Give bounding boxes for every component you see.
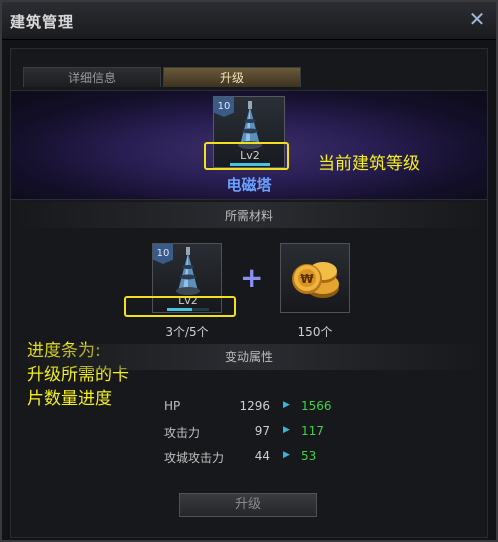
progress-highlight-box — [124, 296, 236, 317]
level-highlight-box — [204, 142, 289, 170]
titlebar: 建筑管理 ✕ — [2, 2, 496, 40]
material-gold-item[interactable]: ₩ — [280, 243, 350, 313]
annotation-current-level: 当前建筑等级 — [318, 154, 420, 174]
stat-new-value: 53 — [301, 449, 317, 463]
stat-old-value: 1296 — [239, 399, 270, 413]
tab-upgrade[interactable]: 升级 — [163, 67, 301, 87]
stat-old-value: 97 — [254, 424, 270, 438]
stat-row-siege-attack: 攻城攻击力 44 ▶ 53 — [11, 449, 487, 469]
close-icon[interactable]: ✕ — [466, 8, 488, 30]
content-panel: 详细信息 升级 10 Lv2 电磁塔 当前建筑等级 所需材料 10 Lv2 + … — [10, 48, 488, 538]
materials-section-title: 所需材料 — [224, 209, 273, 223]
stat-name: 攻城攻击力 — [164, 451, 225, 465]
stat-name: HP — [164, 399, 181, 413]
svg-text:₩: ₩ — [300, 272, 314, 286]
building-hero: 10 Lv2 电磁塔 当前建筑等级 — [11, 90, 487, 200]
gold-coins-icon: ₩ — [292, 262, 339, 298]
stat-old-value: 44 — [254, 449, 270, 463]
gold-quantity-text: 150个 — [297, 325, 333, 339]
arrow-right-icon: ▶ — [283, 425, 290, 435]
card-quantity-text: 3个/5个 — [165, 325, 209, 339]
card-level-badge: 10 — [214, 97, 234, 117]
stat-row-hp: HP 1296 ▶ 1566 — [11, 399, 487, 419]
plus-icon: + — [240, 261, 264, 294]
stat-new-value: 117 — [301, 424, 324, 438]
stats-section-title: 变动属性 — [224, 350, 273, 364]
tesla-tower-icon — [176, 247, 200, 295]
arrow-right-icon: ▶ — [283, 400, 290, 410]
upgrade-button[interactable]: 升级 — [179, 493, 317, 517]
building-management-window: 建筑管理 ✕ 详细信息 升级 10 Lv2 电磁塔 当前建筑等级 所需材料 10… — [0, 0, 498, 542]
stat-new-value: 1566 — [301, 399, 332, 413]
building-name: 电磁塔 — [226, 176, 272, 194]
tab-details[interactable]: 详细信息 — [23, 67, 161, 87]
window-title: 建筑管理 — [10, 13, 75, 31]
stat-name: 攻击力 — [164, 426, 201, 440]
arrow-right-icon: ▶ — [283, 450, 290, 460]
stat-row-attack: 攻击力 97 ▶ 117 — [11, 424, 487, 444]
